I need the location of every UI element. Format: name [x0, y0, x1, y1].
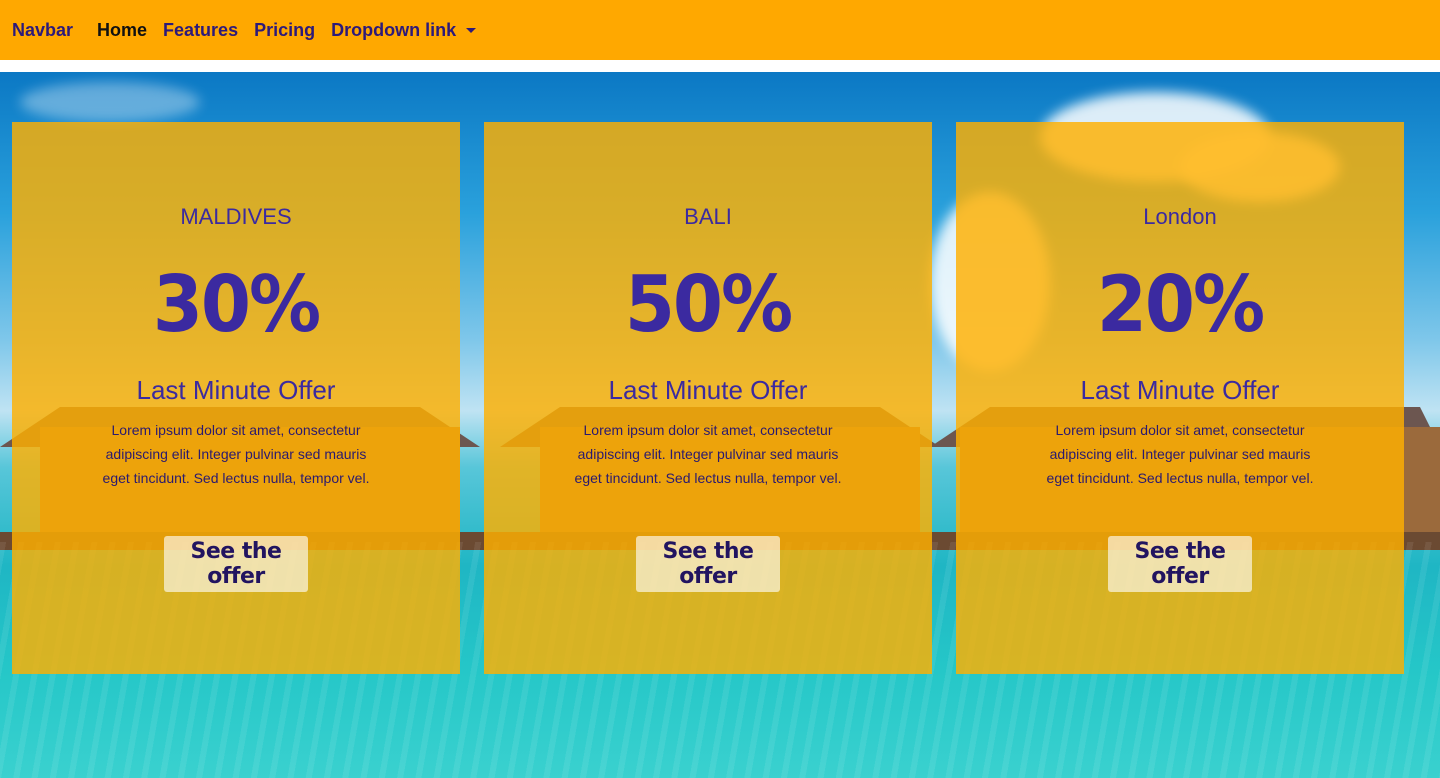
see-offer-button[interactable]: See the offer [636, 536, 780, 592]
card-offer-title: Last Minute Offer [136, 375, 336, 405]
card-destination: MALDIVES [180, 204, 292, 229]
card-description: Lorem ipsum dolor sit amet, consectetur … [1046, 422, 1314, 486]
see-offer-button[interactable]: See the offer [164, 536, 308, 592]
offer-card-london: London 20% Last Minute Offer Lorem ipsum… [956, 122, 1404, 674]
navbar: Navbar Home Features Pricing Dropdown li… [0, 0, 1440, 60]
card-discount: 30% [152, 258, 321, 350]
card-offer-title: Last Minute Offer [608, 375, 808, 405]
card-discount: 50% [624, 258, 793, 350]
offer-card-bali: BALI 50% Last Minute Offer Lorem ipsum d… [484, 122, 932, 674]
offer-card-maldives: MALDIVES 30% Last Minute Offer Lorem ips… [12, 122, 460, 674]
nav-dropdown-label: Dropdown link [331, 19, 457, 40]
card-discount: 20% [1096, 258, 1265, 350]
nav-link-home[interactable]: Home [97, 20, 147, 41]
card-offer-title: Last Minute Offer [1080, 375, 1280, 405]
caret-down-icon [466, 27, 477, 33]
card-destination: BALI [684, 204, 732, 229]
card-destination: London [1143, 204, 1217, 229]
nav-link-features[interactable]: Features [163, 20, 238, 41]
cloud [20, 82, 200, 122]
navbar-brand[interactable]: Navbar [12, 20, 73, 41]
card-description: Lorem ipsum dolor sit amet, consectetur … [102, 422, 370, 486]
card-description: Lorem ipsum dolor sit amet, consectetur … [574, 422, 842, 486]
nav-dropdown[interactable]: Dropdown link [331, 19, 477, 41]
nav-link-pricing[interactable]: Pricing [254, 20, 315, 41]
see-offer-button[interactable]: See the offer [1108, 536, 1252, 592]
